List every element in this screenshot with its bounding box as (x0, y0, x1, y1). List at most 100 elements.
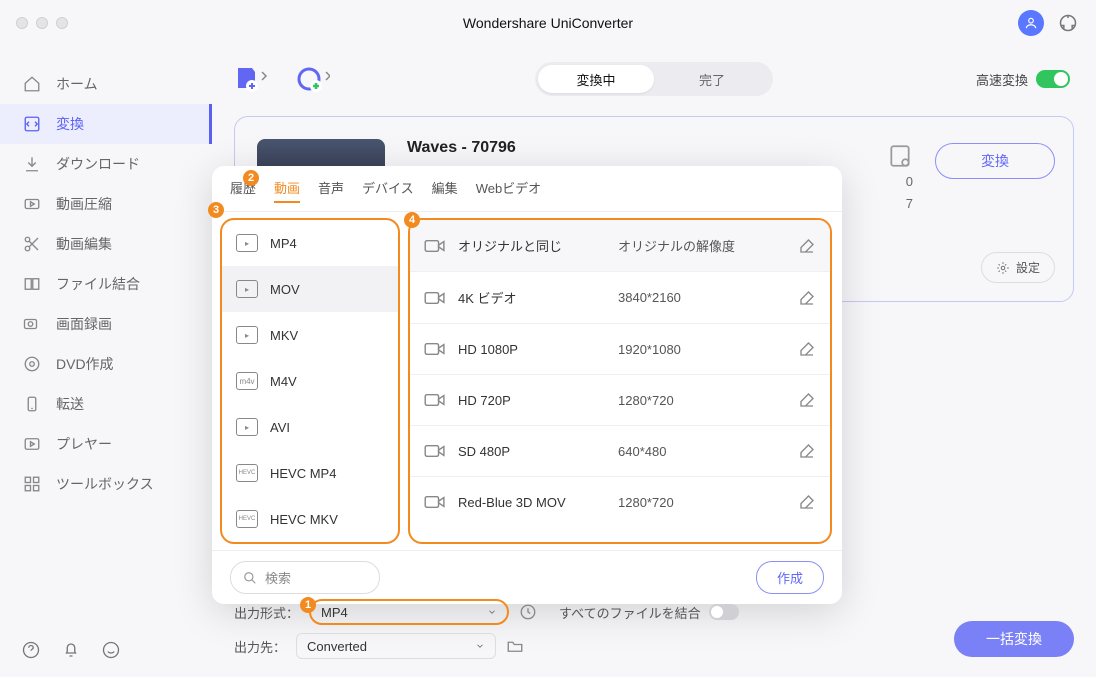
video-icon: ▸ (236, 280, 258, 298)
popup-tab-edit[interactable]: 編集 (432, 178, 458, 203)
sidebar-item-dvd[interactable]: DVD作成 (0, 344, 212, 384)
annotation-badge-4: 4 (404, 212, 420, 228)
format-item-avi[interactable]: ▸AVI (222, 404, 398, 450)
scissors-icon (22, 234, 42, 254)
format-item-mkv[interactable]: ▸MKV (222, 312, 398, 358)
avatar[interactable] (1018, 10, 1044, 36)
maximize-icon[interactable] (56, 17, 68, 29)
file-meta: 0 7 (906, 171, 913, 215)
sidebar-item-home[interactable]: ホーム (0, 64, 212, 104)
download-icon (22, 154, 42, 174)
sidebar-item-label: 動画圧縮 (56, 194, 112, 214)
format-item-mov[interactable]: ▸MOV (222, 266, 398, 312)
sidebar-item-download[interactable]: ダウンロード (0, 144, 212, 184)
video-icon: m4v (236, 372, 258, 390)
main-panel: 変換中 完了 高速変換 Waves - 70796 0 7 変換 (212, 46, 1096, 677)
annotation-badge-1: 1 (300, 597, 316, 613)
sidebar-item-label: ダウンロード (56, 154, 140, 174)
add-url-button[interactable] (296, 64, 330, 94)
sidebar-item-label: DVD作成 (56, 354, 114, 374)
merge-icon (22, 274, 42, 294)
resolution-list: オリジナルと同じ オリジナルの解像度 4K ビデオ 3840*2160 HD 1… (408, 218, 832, 544)
transfer-icon (22, 394, 42, 414)
speed-switch[interactable] (1036, 70, 1070, 88)
popup-tab-device[interactable]: デバイス (362, 178, 414, 203)
sidebar-item-record[interactable]: 画面録画 (0, 304, 212, 344)
home-icon (22, 74, 42, 94)
bell-icon[interactable] (62, 641, 80, 659)
resolution-item[interactable]: Red-Blue 3D MOV 1280*720 (410, 477, 830, 527)
clock-icon[interactable] (519, 603, 537, 621)
format-item-hevc-mp4[interactable]: HEVCHEVC MP4 (222, 450, 398, 496)
play-icon (22, 434, 42, 454)
sidebar-item-toolbox[interactable]: ツールボックス (0, 464, 212, 504)
popup-footer: 検索 作成 (212, 550, 842, 604)
chevron-down-icon (475, 641, 485, 651)
merge-toggle: すべてのファイルを結合 (559, 603, 739, 622)
edit-icon[interactable] (798, 493, 816, 511)
search-input[interactable]: 検索 (230, 561, 380, 594)
close-icon[interactable] (16, 17, 28, 29)
window-controls (16, 17, 68, 29)
support-icon[interactable] (1058, 13, 1078, 33)
folder-icon[interactable] (506, 637, 524, 655)
sidebar-item-compress[interactable]: 動画圧縮 (0, 184, 212, 224)
video-icon: ▸ (236, 418, 258, 436)
edit-icon[interactable] (798, 391, 816, 409)
sidebar-item-label: 転送 (56, 394, 84, 414)
merge-switch[interactable] (709, 604, 739, 620)
format-item-hevc-mkv[interactable]: HEVCHEVC MKV (222, 496, 398, 542)
feedback-icon[interactable] (102, 641, 120, 659)
bottom-left-icons (22, 641, 120, 659)
tab-converting[interactable]: 変換中 (538, 65, 654, 93)
sidebar-item-player[interactable]: プレヤー (0, 424, 212, 464)
minimize-icon[interactable] (36, 17, 48, 29)
edit-icon[interactable] (798, 442, 816, 460)
status-tabs: 変換中 完了 (535, 62, 773, 96)
sidebar: ホーム 変換 ダウンロード 動画圧縮 動画編集 ファイル結合 画面録画 DVD (0, 46, 212, 677)
format-list: ▸MP4 ▸MOV ▸MKV m4vM4V ▸AVI HEVCHEVC MP4 … (220, 218, 400, 544)
video-icon (424, 494, 446, 510)
format-item-mp4[interactable]: ▸MP4 (222, 220, 398, 266)
tab-done[interactable]: 完了 (654, 65, 770, 93)
resolution-item[interactable]: HD 1080P 1920*1080 (410, 324, 830, 375)
edit-icon[interactable] (798, 289, 816, 307)
edit-icon[interactable] (798, 237, 816, 255)
speed-label: 高速変換 (976, 70, 1028, 89)
output-dest-label: 出力先： (234, 637, 286, 656)
speed-toggle: 高速変換 (976, 70, 1070, 89)
disc-icon (22, 354, 42, 374)
preset-icon[interactable] (887, 143, 913, 169)
output-dest-select[interactable]: Converted (296, 633, 496, 659)
format-popup: 履歴 動画 音声 デバイス 編集 Webビデオ ▸MP4 ▸MOV ▸MKV m… (212, 166, 842, 604)
compress-icon (22, 194, 42, 214)
convert-button[interactable]: 変換 (935, 143, 1055, 179)
resolution-item[interactable]: SD 480P 640*480 (410, 426, 830, 477)
merge-label: すべてのファイルを結合 (559, 603, 701, 622)
popup-tabs: 履歴 動画 音声 デバイス 編集 Webビデオ (212, 166, 842, 212)
sidebar-item-merge[interactable]: ファイル結合 (0, 264, 212, 304)
format-item-m4v[interactable]: m4vM4V (222, 358, 398, 404)
sidebar-item-edit[interactable]: 動画編集 (0, 224, 212, 264)
resolution-item[interactable]: 4K ビデオ 3840*2160 (410, 272, 830, 324)
sidebar-item-convert[interactable]: 変換 (0, 104, 212, 144)
popup-tab-web[interactable]: Webビデオ (476, 178, 542, 203)
sidebar-item-transfer[interactable]: 転送 (0, 384, 212, 424)
add-file-button[interactable] (234, 64, 268, 94)
sidebar-item-label: ホーム (56, 74, 98, 94)
app-title: Wondershare UniConverter (463, 15, 633, 31)
edit-icon[interactable] (798, 340, 816, 358)
sidebar-item-label: ファイル結合 (56, 274, 140, 294)
settings-button[interactable]: 設定 (981, 252, 1055, 283)
video-icon: ▸ (236, 326, 258, 344)
help-icon[interactable] (22, 641, 40, 659)
batch-convert-button[interactable]: 一括変換 (954, 621, 1074, 657)
resolution-item[interactable]: オリジナルと同じ オリジナルの解像度 (410, 220, 830, 272)
output-format-select[interactable]: MP4 (309, 599, 509, 625)
gear-icon (996, 261, 1010, 275)
resolution-item[interactable]: HD 720P 1280*720 (410, 375, 830, 426)
create-button[interactable]: 作成 (756, 561, 824, 594)
video-icon: HEVC (236, 510, 258, 528)
popup-tab-video[interactable]: 動画 (274, 178, 300, 203)
popup-tab-audio[interactable]: 音声 (318, 178, 344, 203)
